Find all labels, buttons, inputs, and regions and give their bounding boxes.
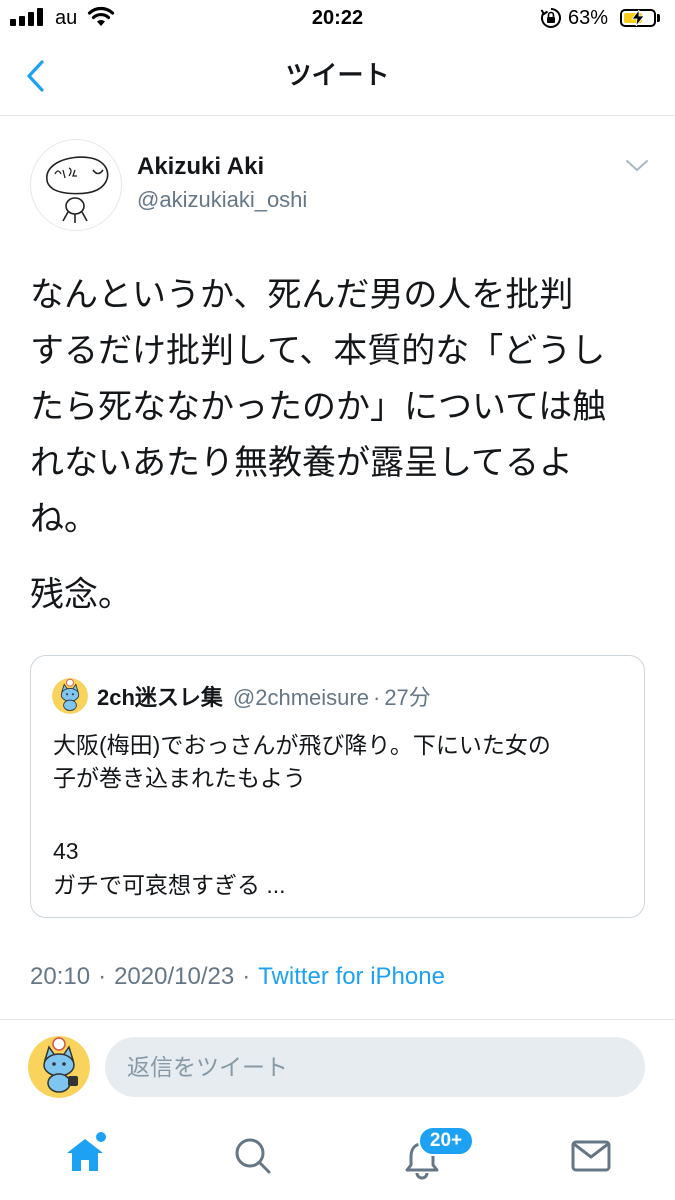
tweet-time: 20:10	[30, 963, 91, 990]
tweet-text-line: するだけ批判して、本質的な「どうし	[30, 332, 606, 370]
author-handle[interactable]: @akizukiaki_oshi	[137, 186, 307, 214]
quoted-text-line: 43	[53, 838, 79, 864]
separator-dot: ·	[98, 963, 107, 990]
chevron-down-icon	[626, 160, 648, 172]
doodle-avatar-image	[46, 156, 109, 223]
quoted-tweet-card[interactable]: 2ch迷スレ集 @2chmeisure · 27分 大阪(梅田)でおっさんが飛び降り。…	[30, 655, 645, 918]
reply-input[interactable]	[105, 1037, 645, 1097]
rotation-lock-icon	[540, 7, 562, 34]
header-divider	[0, 115, 675, 116]
tweet-detail-screen: au 20:22 63% ツイート Akizuki Aki @akizukiak…	[0, 0, 675, 1200]
cat-avatar-image	[28, 1036, 90, 1098]
tweet-text-line: たら死ななかったのか」については触	[30, 388, 607, 426]
quoted-text-line: ガチで可哀想すぎる ...	[53, 872, 286, 898]
tweet-text-line: 残念。	[30, 576, 132, 614]
tweet-date: 2020/10/23	[114, 963, 235, 990]
reply-bar-divider	[0, 1019, 675, 1020]
tweet-meta: 20:10 · 2020/10/23 · Twitter for iPhone	[30, 962, 445, 992]
quoted-text-line: 子が巻き込まれたもよう	[53, 765, 306, 791]
tweet-text: なんというか、死んだ男の人を批判 するだけ批判して、本質的な「どうし たら死なな…	[30, 267, 606, 547]
home-notification-dot	[96, 1132, 106, 1142]
quoted-author-name: 2ch迷スレ集	[97, 685, 223, 710]
quoted-author-avatar	[52, 678, 88, 714]
tweet-source-link[interactable]: Twitter for iPhone	[258, 963, 445, 990]
quoted-tweet-age: 27分	[384, 685, 431, 710]
battery-nub	[657, 14, 660, 22]
quoted-tweet-header: 2ch迷スレ集 @2chmeisure · 27分	[97, 682, 431, 714]
quoted-tweet-text-2: 43 ガチで可哀想すぎる ...	[53, 834, 286, 902]
tab-search[interactable]	[232, 1135, 274, 1177]
current-user-avatar	[28, 1036, 90, 1098]
tweet-menu-button[interactable]	[622, 154, 652, 178]
charging-bolt-icon	[631, 8, 645, 31]
quoted-text-line: 大阪(梅田)でおっさんが飛び降り。下にいた女の	[53, 732, 551, 758]
quoted-tweet-text: 大阪(梅田)でおっさんが飛び降り。下にいた女の 子が巻き込まれたもよう	[53, 729, 551, 795]
author-avatar[interactable]	[30, 139, 122, 231]
page-title: ツイート	[285, 60, 390, 90]
separator-dot: ·	[242, 963, 251, 990]
notifications-badge: 20+	[418, 1126, 474, 1156]
envelope-icon	[571, 1140, 611, 1172]
tab-messages[interactable]	[569, 1135, 613, 1177]
cat-avatar-image	[52, 678, 88, 714]
tweet-text-line: ね。	[30, 500, 98, 538]
author-name[interactable]: Akizuki Aki	[137, 152, 264, 182]
quoted-author-handle: @2chmeisure	[232, 685, 369, 710]
separator-dot: ·	[372, 685, 381, 710]
tweet-text-line: なんというか、死んだ男の人を批判	[30, 276, 574, 314]
search-icon	[235, 1138, 271, 1174]
battery-percent: 63%	[568, 7, 609, 29]
tweet-text-line: れないあたり無教養が露呈してるよ	[30, 444, 573, 482]
